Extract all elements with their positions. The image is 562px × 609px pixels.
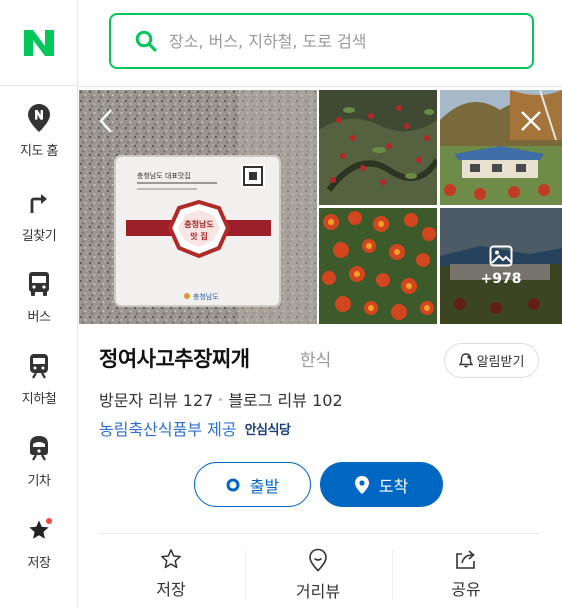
more-photos-count: +978 (480, 271, 522, 287)
action-separator (392, 550, 393, 600)
photo-thumb[interactable] (319, 90, 437, 205)
sidebar: 지도 홈 길찾기 버스 지하철 기차 저장 (0, 0, 78, 609)
photo-more[interactable]: +978 (440, 208, 562, 324)
star-icon (25, 516, 53, 544)
sidebar-item-train[interactable]: 기차 (0, 434, 78, 489)
route-start-label: 출발 (249, 476, 280, 496)
separator-dot (219, 397, 223, 401)
sidebar-item-label: 기차 (27, 474, 51, 489)
seal-line-2: 맛 집 (190, 231, 208, 241)
sidebar-item-subway[interactable]: 지하철 (0, 352, 78, 407)
sidebar-item-directions[interactable]: 길찾기 (0, 189, 78, 244)
train-icon (25, 434, 53, 462)
share-label: 공유 (451, 580, 481, 599)
logo-area (0, 0, 77, 86)
blog-reviews-link[interactable]: 블로그 리뷰 102 (228, 387, 342, 411)
street-view-label: 거리뷰 (295, 582, 341, 601)
street-view-button[interactable]: 거리뷰 (258, 548, 378, 602)
directions-arrow-icon (25, 189, 53, 217)
visitor-reviews-link[interactable]: 방문자 리뷰 127 (99, 387, 213, 411)
notification-dot (46, 518, 52, 524)
search-icon[interactable] (135, 30, 157, 52)
route-arrive-button[interactable]: 도착 (320, 462, 443, 507)
alert-subscribe-button[interactable]: 알림받기 (444, 343, 539, 378)
bell-plus-icon (458, 353, 473, 368)
safe-restaurant-badge: 안심식당 (244, 422, 291, 438)
origin-dot-icon (226, 478, 240, 491)
subway-icon (25, 352, 53, 380)
review-summary: 방문자 리뷰 127 블로그 리뷰 102 (99, 387, 343, 411)
provider-link[interactable]: 농림축산식품부 제공 안심식당 (99, 416, 291, 440)
prev-photo-button[interactable] (91, 106, 121, 136)
action-separator (245, 550, 246, 600)
alert-label: 알림받기 (476, 355, 525, 370)
header-divider (78, 86, 562, 87)
sidebar-item-map-home[interactable]: 지도 홈 (0, 104, 78, 159)
share-button[interactable]: 공유 (406, 548, 526, 600)
photo-thumb[interactable] (319, 208, 437, 324)
place-name: 정여사고추장찌개 (99, 347, 250, 371)
sign-top-text: 충청남도 대표맛집 (137, 171, 191, 180)
route-start-button[interactable]: 출발 (194, 462, 311, 507)
more-photos-overlay[interactable]: +978 (440, 208, 562, 324)
sign-footer: 충청남도 (193, 292, 219, 301)
actions-divider (99, 533, 539, 534)
naver-logo[interactable] (23, 29, 54, 56)
sidebar-item-bus[interactable]: 버스 (0, 270, 78, 325)
photo-main[interactable]: 충청남도 대표맛집 충청남도 맛 집 충청남도 (79, 90, 317, 324)
chevron-left-icon (99, 109, 112, 133)
search-bar[interactable] (109, 13, 534, 69)
sidebar-item-label: 지도 홈 (19, 144, 59, 159)
street-view-icon (309, 548, 327, 572)
sidebar-item-saved[interactable]: 저장 (0, 516, 78, 571)
close-button[interactable] (516, 106, 546, 136)
provider-text: 농림축산식품부 제공 (99, 420, 237, 439)
sidebar-item-label: 지하철 (21, 392, 57, 407)
search-input[interactable] (169, 31, 509, 51)
bus-icon (25, 270, 53, 298)
photo-gallery: 충청남도 대표맛집 충청남도 맛 집 충청남도 +978 (79, 90, 562, 324)
close-icon (521, 111, 541, 131)
map-pin-n-icon (25, 104, 53, 132)
place-category: 한식 (300, 351, 332, 371)
share-icon (456, 550, 475, 569)
star-outline-icon (161, 549, 181, 569)
destination-pin-icon (354, 475, 369, 494)
save-button[interactable]: 저장 (111, 548, 231, 600)
sidebar-item-label: 길찾기 (21, 229, 57, 244)
sidebar-item-label: 저장 (27, 556, 51, 571)
image-gallery-icon (489, 245, 513, 267)
save-label: 저장 (156, 580, 186, 599)
seal-line-1: 충청남도 (184, 219, 214, 229)
photo-thumb[interactable] (440, 90, 562, 205)
route-arrive-label: 도착 (378, 476, 409, 496)
sidebar-item-label: 버스 (27, 310, 51, 325)
